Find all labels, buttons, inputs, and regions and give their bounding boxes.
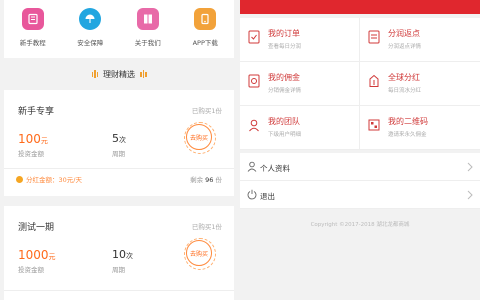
book-icon xyxy=(21,8,44,30)
period-value: 5次 xyxy=(112,132,126,145)
list-item-label: 退出 xyxy=(260,192,275,201)
card-footer: 分红金额：30元/天 剩余 96 份 xyxy=(4,168,234,186)
list-item-logout[interactable]: 退出 xyxy=(240,181,480,209)
grid-item-title: 我的团队 xyxy=(268,117,300,126)
list-item-label: 个人资料 xyxy=(260,164,290,173)
grid-item-sub: 分销佣金详情 xyxy=(268,88,302,94)
grid-item-orders[interactable]: 我的订单 查看每日分润 xyxy=(240,18,360,62)
account-grid: 我的订单 查看每日分润 分润返点 分润返点详情 我的佣金 分销佣金详情 全球分红… xyxy=(240,18,480,150)
grid-item-sub: 邀请来永久佣金 xyxy=(388,132,427,138)
product-title: 新手专享 xyxy=(18,107,55,117)
grid-item-title: 我的订单 xyxy=(268,29,300,38)
product-card[interactable]: 测试一期 已购买1份 1000元 投资金额 10次 周期 去购买 xyxy=(4,206,234,300)
product-title: 测试一期 xyxy=(18,223,55,233)
period-label: 周期 xyxy=(112,150,125,158)
coin-icon xyxy=(16,175,23,183)
decor-bars-icon xyxy=(140,70,147,78)
list-item-profile[interactable]: 个人资料 xyxy=(240,153,480,181)
umbrella-icon xyxy=(79,8,102,30)
grid-item-title: 分润返点 xyxy=(388,29,420,38)
period-value: 10次 xyxy=(112,248,133,261)
grid-item-qrcode[interactable]: 我的二维码 邀请来永久佣金 xyxy=(360,106,480,150)
quick-link-tutorial[interactable]: 新手教程 xyxy=(4,0,62,58)
grid-item-commission[interactable]: 我的佣金 分销佣金详情 xyxy=(240,62,360,106)
remaining-info: 剩余 96 份 xyxy=(190,176,222,184)
grid-item-rebate[interactable]: 分润返点 分润返点详情 xyxy=(360,18,480,62)
section-heading: 理财精选 xyxy=(4,64,234,84)
rebate-icon xyxy=(368,30,380,44)
commission-icon xyxy=(248,74,260,88)
sold-count: 已购买1份 xyxy=(191,107,222,115)
grid-item-sub: 每日流水分红 xyxy=(388,88,422,94)
dividend-icon xyxy=(369,74,379,87)
chevron-right-icon xyxy=(467,162,473,172)
invest-amount-label: 投资金额 xyxy=(18,150,44,158)
team-icon xyxy=(249,119,259,132)
quick-link-label: 新手教程 xyxy=(19,39,46,47)
account-panel: 我的订单 查看每日分润 分润返点 分润返点详情 我的佣金 分销佣金详情 全球分红… xyxy=(240,0,480,300)
logout-icon xyxy=(247,189,257,200)
download-icon xyxy=(194,8,217,30)
grid-item-sub: 下级用户明细 xyxy=(268,132,302,138)
buy-button[interactable]: 去购买 xyxy=(184,238,216,270)
order-icon xyxy=(248,30,260,44)
document-icon xyxy=(136,8,159,30)
dividend-info: 分红金额：30元/天 xyxy=(16,174,82,184)
grid-item-dividend[interactable]: 全球分红 每日流水分红 xyxy=(360,62,480,106)
quick-link-label: 安全保障 xyxy=(77,39,104,47)
invest-amount: 100元 xyxy=(18,132,48,146)
quick-link-label: 关于我们 xyxy=(134,39,161,47)
user-icon xyxy=(247,161,257,172)
grid-item-sub: 查看每日分润 xyxy=(268,44,302,50)
period-label: 周期 xyxy=(112,266,125,274)
quick-link-download[interactable]: APP下载 xyxy=(177,0,235,58)
header-bar xyxy=(240,0,480,14)
buy-button[interactable]: 去购买 xyxy=(184,122,216,154)
sold-count: 已购买1份 xyxy=(191,223,222,231)
quick-link-label: APP下载 xyxy=(192,39,218,47)
card-footer xyxy=(4,290,234,300)
grid-item-sub: 分润返点详情 xyxy=(388,44,422,50)
grid-item-title: 全球分红 xyxy=(388,73,420,82)
quick-link-safety[interactable]: 安全保障 xyxy=(62,0,120,58)
product-card[interactable]: 新手专享 已购买1份 100元 投资金额 5次 周期 去购买 分红金额：30元/… xyxy=(4,90,234,196)
decor-bars-icon xyxy=(91,70,98,78)
qrcode-icon xyxy=(368,119,380,131)
invest-amount-label: 投资金额 xyxy=(18,266,44,274)
grid-item-title: 我的佣金 xyxy=(268,73,300,82)
grid-item-team[interactable]: 我的团队 下级用户明细 xyxy=(240,106,360,150)
settings-list: 个人资料 退出 xyxy=(240,153,480,209)
grid-item-title: 我的二维码 xyxy=(388,117,428,126)
chevron-right-icon xyxy=(467,190,473,200)
quick-links: 新手教程 安全保障 关于我们 APP下载 xyxy=(4,0,234,58)
quick-link-about[interactable]: 关于我们 xyxy=(119,0,177,58)
section-title: 理财精选 xyxy=(103,69,135,79)
copyright-text: Copyright ©2017-2018 湖北龙都商城 xyxy=(310,222,410,228)
home-panel: 新手教程 安全保障 关于我们 APP下载 理财精选 新手专享 已购买1份 100… xyxy=(0,0,240,300)
invest-amount: 1000元 xyxy=(18,248,56,262)
